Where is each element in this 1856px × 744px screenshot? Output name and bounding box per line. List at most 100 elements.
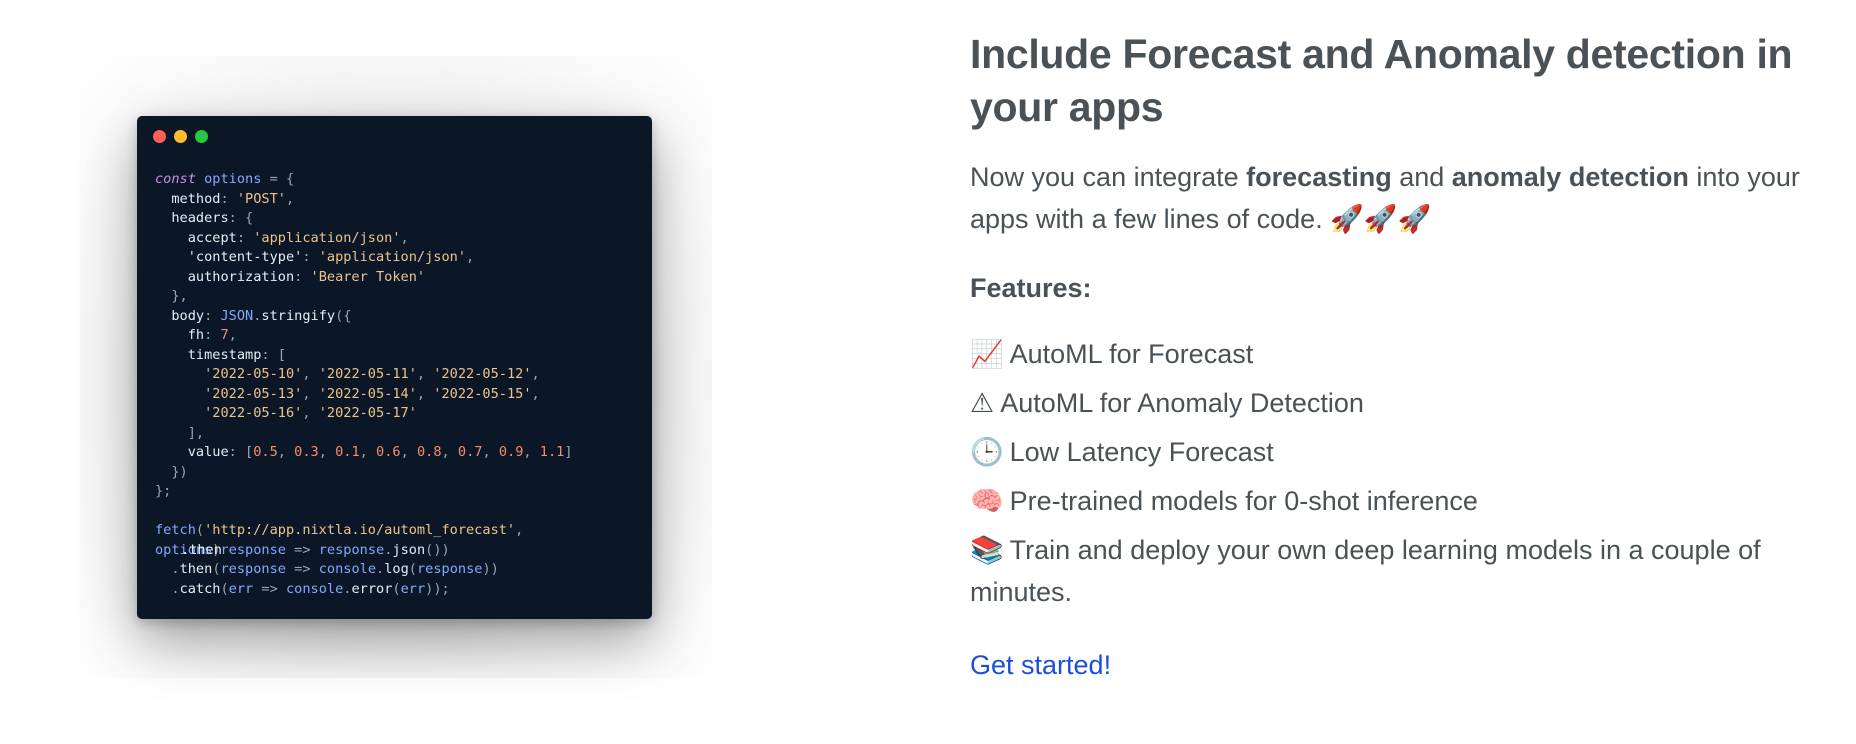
- code-token: )): [482, 561, 499, 577]
- feature-item: 🧠 Pre-trained models for 0-shot inference: [970, 480, 1830, 522]
- brain-icon: 🧠: [970, 486, 1004, 516]
- feature-text: AutoML for Forecast: [1009, 339, 1254, 369]
- code-token: =>: [253, 580, 286, 597]
- code-token: ,: [416, 366, 434, 382]
- code-token: then: [179, 561, 213, 577]
- desc-bold-forecasting: forecasting: [1246, 162, 1392, 192]
- code-token: : [: [228, 444, 254, 460]
- code-line: [155, 502, 573, 522]
- code-token: ,: [441, 444, 458, 460]
- chart-increasing-icon: 📈: [970, 339, 1004, 369]
- code-token: 'POST': [236, 190, 286, 207]
- code-token: = {: [261, 171, 295, 187]
- code-token: :: [204, 327, 221, 343]
- code-line: .catch(err => console.error(err));: [155, 580, 573, 600]
- desc-text: and: [1391, 162, 1452, 192]
- features-heading: Features:: [970, 273, 1092, 303]
- feature-text: Train and deploy your own deep learning …: [970, 535, 1761, 607]
- code-token: (: [220, 580, 229, 597]
- code-line: method: 'POST',: [155, 190, 573, 210]
- code-token: 7: [220, 327, 229, 343]
- code-token: err: [400, 580, 426, 597]
- code-token: fh: [155, 327, 205, 343]
- feature-item: 🕒 Low Latency Forecast: [970, 431, 1830, 473]
- code-token: console: [285, 580, 344, 597]
- section-title: Include Forecast and Anomaly detection i…: [970, 31, 1793, 130]
- minimize-dot-icon: [174, 130, 187, 143]
- code-token: response: [318, 541, 385, 558]
- code-token: 0.3: [294, 444, 319, 460]
- code-token: ,: [285, 190, 295, 207]
- code-token: '2022-05-10': [155, 366, 303, 382]
- code-token: response: [220, 561, 286, 577]
- code-token: ,: [515, 522, 524, 538]
- feature-item: 📈 AutoML for Forecast: [970, 333, 1830, 375]
- code-line: }): [155, 463, 573, 483]
- code-token: headers: [155, 210, 229, 226]
- code-token: ()): [425, 541, 450, 558]
- features-list: 📈 AutoML for Forecast ⚠ AutoML for Anomaly …: [970, 333, 1830, 613]
- code-token: .: [155, 561, 180, 577]
- code-line: headers: {: [155, 209, 573, 229]
- code-token: =>: [285, 541, 319, 558]
- code-token: value: [155, 444, 229, 460]
- code-token: ,: [228, 327, 237, 343]
- code-token: '2022-05-12': [433, 366, 532, 382]
- code-token: catch: [179, 580, 221, 597]
- desc-text: Now you can integrate: [970, 162, 1247, 192]
- code-token: ,: [400, 229, 409, 246]
- code-token: ({: [335, 307, 352, 324]
- code-token: options: [195, 171, 262, 187]
- code-token: 'application/json': [318, 249, 467, 265]
- code-token: (: [212, 561, 221, 577]
- code-token: ,: [318, 444, 336, 460]
- code-token: },: [155, 288, 188, 304]
- code-token: JSON: [220, 307, 254, 324]
- code-token: timestamp: [155, 346, 262, 363]
- code-overlap-text: .then: [181, 541, 222, 558]
- code-token: ,: [523, 444, 540, 460]
- code-token: '2022-05-14': [318, 385, 417, 402]
- code-token: fetch: [155, 522, 196, 538]
- code-line: '2022-05-13', '2022-05-14', '2022-05-15'…: [155, 385, 573, 405]
- code-token: console: [318, 561, 377, 577]
- feature-text: Pre-trained models for 0-shot inference: [1009, 486, 1478, 516]
- code-token: :: [236, 229, 254, 246]
- code-token: 'http://app.nixtla.io/automl_forecast': [204, 522, 516, 538]
- warning-icon: ⚠: [970, 388, 995, 418]
- code-token: :: [220, 190, 237, 207]
- code-line: authorization: 'Bearer Token': [155, 268, 573, 288]
- code-line: fh: 7,: [155, 326, 573, 346]
- feature-item: 📚 Train and deploy your own deep learning…: [970, 529, 1830, 613]
- code-token: 0.9: [498, 444, 524, 460]
- code-token: :: [302, 249, 319, 265]
- code-token: 0.8: [416, 444, 442, 460]
- code-token: '2022-05-15': [433, 385, 532, 402]
- code-line: .then(response => console.log(response)): [155, 560, 573, 580]
- code-token: ,: [277, 444, 295, 460]
- code-token: authorization: [155, 268, 295, 285]
- code-token: '2022-05-11': [318, 366, 417, 382]
- code-token: ,: [359, 444, 377, 460]
- code-token: accept: [155, 229, 237, 246]
- clock-icon: 🕒: [970, 437, 1004, 467]
- code-token: 0.7: [457, 444, 483, 460]
- code-token: :: [204, 307, 221, 324]
- code-line: },: [155, 287, 573, 307]
- code-line: };: [155, 482, 573, 502]
- feature-section: Include Forecast and Anomaly detection i…: [970, 28, 1830, 681]
- get-started-link[interactable]: Get started!: [970, 650, 1111, 681]
- code-token: ,: [466, 249, 475, 265]
- code-token: error: [351, 580, 393, 597]
- code-token: =>: [285, 561, 319, 577]
- code-token: log: [384, 561, 409, 577]
- code-line: timestamp: [: [155, 346, 573, 366]
- code-token: response: [416, 561, 483, 577]
- code-token: (: [195, 522, 205, 538]
- code-token: (: [408, 561, 417, 577]
- code-token: response: [220, 541, 286, 558]
- code-token: ]: [564, 444, 573, 460]
- code-token: .: [376, 561, 385, 577]
- code-token: ));: [425, 580, 450, 597]
